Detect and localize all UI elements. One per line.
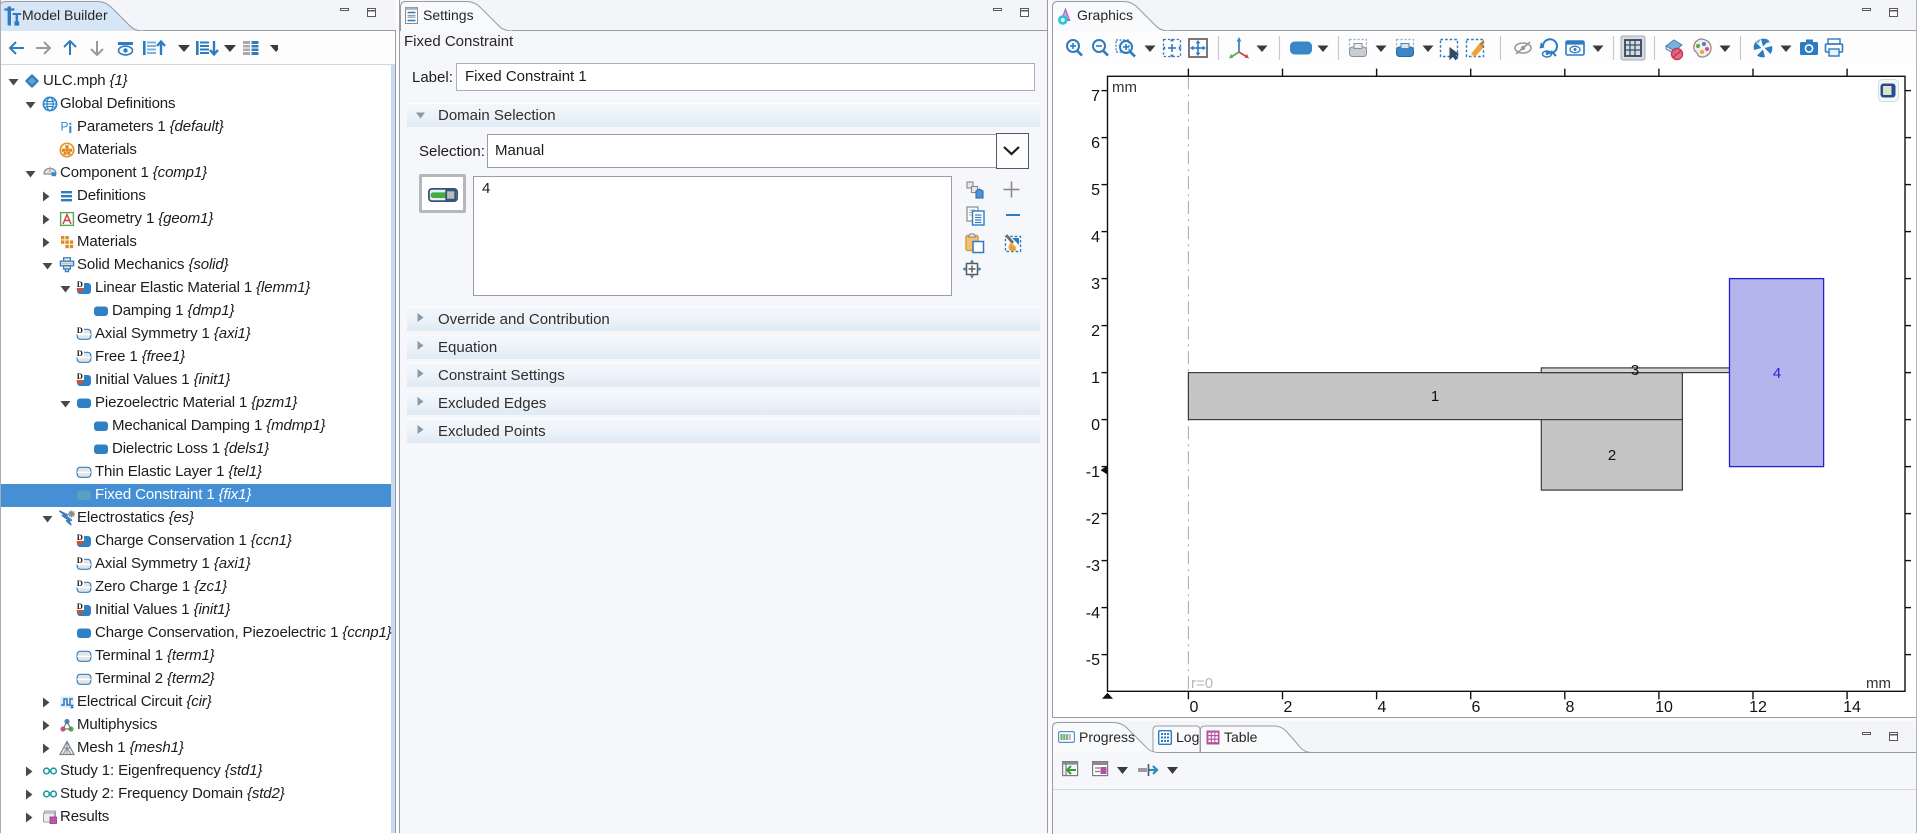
svg-text:4: 4 [1773, 365, 1781, 382]
svg-text:0: 0 [1190, 699, 1199, 716]
svg-text:2: 2 [1284, 699, 1293, 716]
svg-text:2: 2 [1608, 447, 1616, 464]
svg-text:mm: mm [1866, 675, 1891, 692]
svg-text:3: 3 [1091, 276, 1100, 293]
svg-text:10: 10 [1655, 699, 1673, 716]
svg-text:7: 7 [1091, 88, 1100, 105]
svg-text:14: 14 [1843, 699, 1861, 716]
svg-text:12: 12 [1749, 699, 1767, 716]
svg-text:2: 2 [1091, 323, 1100, 340]
svg-text:8: 8 [1566, 699, 1575, 716]
svg-text:3: 3 [1631, 362, 1639, 379]
svg-text:-3: -3 [1086, 558, 1100, 575]
svg-text:-1: -1 [1086, 464, 1100, 481]
svg-text:-5: -5 [1086, 652, 1100, 669]
svg-text:-2: -2 [1086, 511, 1100, 528]
svg-text:mm: mm [1112, 79, 1137, 96]
svg-text:r=0: r=0 [1191, 675, 1213, 692]
svg-text:5: 5 [1091, 182, 1100, 199]
svg-text:1: 1 [1431, 388, 1439, 405]
svg-text:6: 6 [1472, 699, 1481, 716]
svg-text:1: 1 [1091, 370, 1100, 387]
svg-text:-4: -4 [1086, 605, 1100, 622]
svg-text:4: 4 [1091, 229, 1100, 246]
svg-text:4: 4 [1378, 699, 1387, 716]
svg-text:6: 6 [1091, 135, 1100, 152]
svg-text:0: 0 [1091, 417, 1100, 434]
